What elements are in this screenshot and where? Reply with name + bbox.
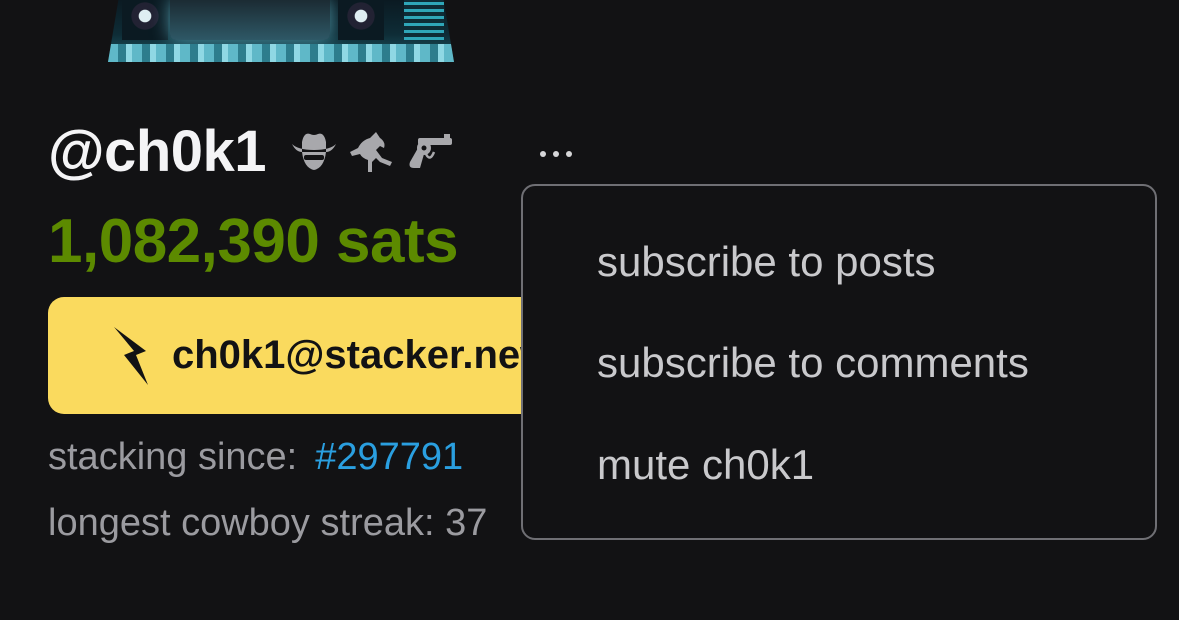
menu-item-mute-user[interactable]: mute ch0k1: [597, 441, 814, 489]
lightning-bolt-icon: [110, 325, 152, 387]
sats-balance: 1,082,390 sats: [48, 207, 459, 276]
stacking-since: stacking since: #297791: [48, 436, 463, 479]
stacking-since-link[interactable]: #297791: [315, 436, 463, 478]
longest-streak-value: 37: [445, 502, 488, 544]
ellipsis-icon: [540, 151, 546, 157]
username-row: @ch0k1: [48, 116, 456, 186]
horse-icon: [346, 128, 398, 174]
profile-options-dropdown: subscribe to posts subscribe to comments…: [521, 184, 1157, 540]
lightning-address-button[interactable]: ch0k1@stacker.news: [48, 297, 568, 414]
menu-item-subscribe-posts[interactable]: subscribe to posts: [597, 238, 936, 286]
stacking-since-label: stacking since:: [48, 436, 298, 478]
username: @ch0k1: [48, 118, 267, 184]
lightning-address: ch0k1@stacker.news: [172, 333, 568, 377]
profile-page: @ch0k1 1,082,390 sats ch0k1@stacker.news…: [0, 0, 1179, 620]
longest-cowboy-streak: longest cowboy streak: 37: [48, 502, 487, 545]
more-options-button[interactable]: [532, 140, 580, 168]
profile-avatar-image: [108, 0, 454, 62]
longest-streak-label: longest cowboy streak:: [48, 502, 435, 544]
revolver-icon: [404, 128, 456, 174]
menu-item-subscribe-comments[interactable]: subscribe to comments: [597, 339, 1029, 387]
cowboy-hat-icon: [288, 128, 340, 174]
